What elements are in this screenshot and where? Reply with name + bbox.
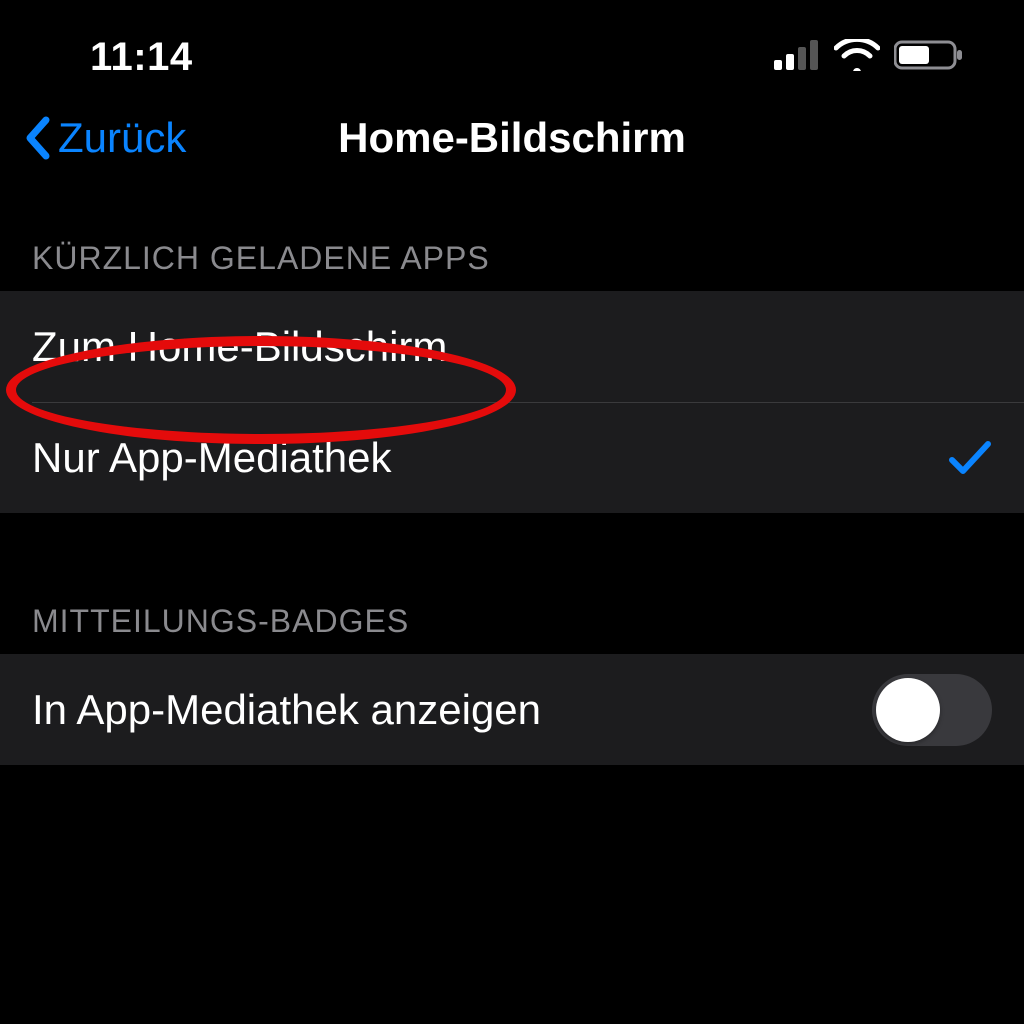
- section-header-badges: MITTEILUNGS-BADGES: [0, 603, 1024, 640]
- wifi-icon: [834, 39, 880, 76]
- option-label: Nur App-Mediathek: [32, 434, 392, 482]
- page-title: Home-Bildschirm: [338, 114, 686, 162]
- option-app-library-only[interactable]: Nur App-Mediathek: [0, 402, 1024, 513]
- status-bar: 11:14: [0, 0, 1024, 96]
- toggle-knob: [876, 678, 940, 742]
- back-label: Zurück: [58, 114, 186, 162]
- toggle-row-show-in-app-library: In App-Mediathek anzeigen: [0, 654, 1024, 765]
- toggle-show-in-app-library[interactable]: [872, 674, 992, 746]
- chevron-left-icon: [24, 116, 54, 160]
- check-icon: [948, 438, 992, 478]
- battery-icon: [894, 39, 964, 76]
- section-badges: In App-Mediathek anzeigen: [0, 654, 1024, 765]
- option-label: Zum Home-Bildschirm: [32, 323, 447, 371]
- status-time: 11:14: [90, 35, 193, 80]
- nav-bar: Zurück Home-Bildschirm: [0, 96, 1024, 180]
- cellular-signal-icon: [774, 40, 820, 75]
- section-recent-apps: Zum Home-Bildschirm Nur App-Mediathek: [0, 291, 1024, 513]
- back-button[interactable]: Zurück: [24, 114, 186, 162]
- section-header-recent-apps: KÜRZLICH GELADENE APPS: [0, 240, 1024, 277]
- option-add-to-home-screen[interactable]: Zum Home-Bildschirm: [0, 291, 1024, 402]
- settings-body: KÜRZLICH GELADENE APPS Zum Home-Bildschi…: [0, 180, 1024, 765]
- toggle-label: In App-Mediathek anzeigen: [32, 686, 541, 734]
- status-icons: [774, 39, 964, 76]
